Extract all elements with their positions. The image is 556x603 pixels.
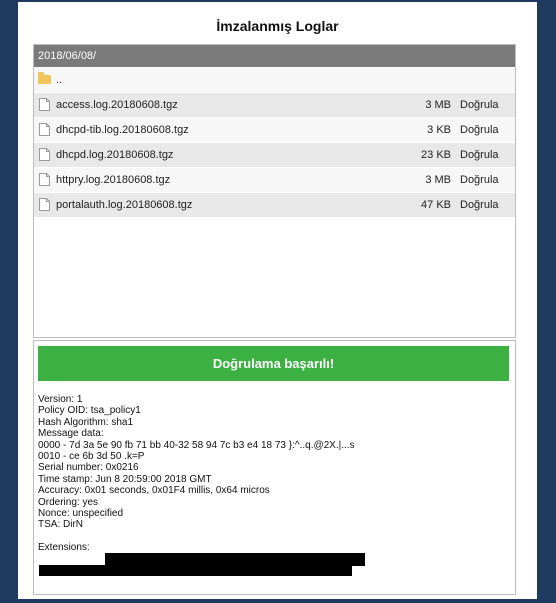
detail-line: Version: 1 [38,394,83,405]
file-row: dhcpd.log.20180608.tgz 23 KB Doğrula [34,143,515,167]
verification-result: Doğrulama başarılı! Version: 1 Policy OI… [33,340,516,595]
file-row: httpry.log.20180608.tgz 3 MB Doğrula [34,168,515,192]
page-title: İmzalanmış Loglar [216,18,339,34]
file-icon [39,148,50,161]
detail-line: Serial number: 0x0216 [38,462,139,474]
file-size: 23 KB [421,149,451,161]
detail-line: Message data: [38,428,104,440]
file-size: 3 MB [425,99,451,111]
file-row: dhcpd-tib.log.20180608.tgz 3 KB Doğrula [34,118,515,142]
file-name: dhcpd.log.20180608.tgz [56,149,174,161]
detail-line: Ordering: yes [38,496,99,508]
file-name: access.log.20180608.tgz [56,99,178,111]
detail-line: Policy OID: tsa_policy1 [38,405,141,417]
file-name: portalauth.log.20180608.tgz [56,199,193,211]
file-size: 47 KB [421,199,451,211]
detail-line: Accuracy: 0x01 seconds, 0x01F4 millis, 0… [38,485,270,497]
detail-line: Extensions: [38,542,90,554]
file-name: httpry.log.20180608.tgz [56,174,171,186]
detail-line: Hash Algorithm: sha1 [38,416,134,428]
current-path: 2018/06/08/ [34,45,515,67]
file-browser: 2018/06/08/ .. access.log.20180608.tgz 3… [33,44,516,338]
verify-link[interactable]: Doğrula [460,118,499,142]
file-size: 3 KB [427,124,451,136]
detail-line: Time stamp: Jun 8 20:59:00 2018 GMT [38,473,212,485]
verify-link[interactable]: Doğrula [460,93,499,117]
file-size: 3 MB [425,174,451,186]
timestamp-details: Version: 1 Policy OID: tsa_policy1 Hash … [38,394,508,554]
file-name: dhcpd-tib.log.20180608.tgz [56,124,189,136]
folder-icon [38,72,51,84]
detail-line [38,531,508,542]
file-row: portalauth.log.20180608.tgz 47 KB Doğrul… [34,193,515,217]
file-icon [39,98,50,111]
detail-line: TSA: DirN [38,519,83,531]
file-icon [39,198,50,211]
file-row: access.log.20180608.tgz 3 MB Doğrula [34,93,515,117]
parent-directory-label: .. [56,74,63,86]
verify-link[interactable]: Doğrula [460,143,499,167]
verify-link[interactable]: Doğrula [460,168,499,192]
file-icon [39,173,50,186]
detail-line: 0010 - ce 6b 3d 50 .k=P [38,451,145,463]
signed-logs-panel: İmzalanmış Loglar 2018/06/08/ .. access.… [18,2,537,599]
detail-line: Nonce: unspecified [38,508,124,520]
detail-line: 0000 - 7d 3a 5e 90 fb 71 bb 40-32 58 94 … [38,439,355,451]
file-icon [39,123,50,136]
redaction-block [39,565,352,576]
success-banner: Doğrulama başarılı! [38,346,509,381]
verify-link[interactable]: Doğrula [460,193,499,217]
parent-directory-row[interactable]: .. [34,68,515,92]
